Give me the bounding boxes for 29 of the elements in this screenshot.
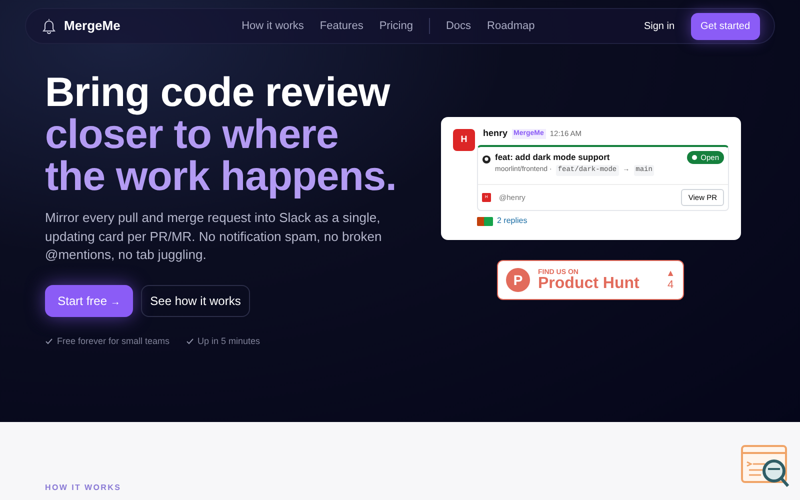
nav-link[interactable]: Docs xyxy=(446,18,472,34)
nav-link[interactable]: Roadmap xyxy=(487,18,535,34)
bell-icon xyxy=(42,18,56,34)
nav-link[interactable]: Pricing xyxy=(379,18,413,34)
user-name: henry xyxy=(483,127,508,140)
upvote-icon: ▲ xyxy=(666,269,675,279)
nav-link[interactable]: How it works xyxy=(242,18,304,34)
status-dot-icon xyxy=(692,154,697,160)
feature-note: Up in 5 minutes xyxy=(198,334,260,348)
pr-title: feat: add dark mode support xyxy=(495,150,611,164)
check-icon xyxy=(45,338,53,345)
get-started-button[interactable]: Get started xyxy=(690,12,760,40)
hero-description: Mirror every pull and merge request into Slack as a single, updating card per PR/MR. No notification spam, no broken @mentions, no tab juggling. xyxy=(45,209,383,264)
product-hunt-logo: P xyxy=(506,268,530,292)
replies-link[interactable]: 2 replies xyxy=(497,215,528,227)
reply-avatars-icon xyxy=(477,216,493,226)
badge-title: Product Hunt xyxy=(538,276,640,292)
brand-name[interactable]: MergeMe xyxy=(64,16,120,36)
section-eyebrow: HOW IT WORKS xyxy=(45,482,122,494)
see-how-it-works-button[interactable]: See how it works xyxy=(141,284,250,316)
check-icon xyxy=(186,338,194,345)
hero-heading: Bring code review closer to where the work happens. xyxy=(45,71,398,197)
code-search-icon xyxy=(741,445,791,489)
sign-in-link[interactable]: Sign in xyxy=(644,18,675,34)
feature-note: Free forever for small teams xyxy=(57,334,170,348)
start-free-button[interactable]: Start free → xyxy=(45,284,133,316)
nav-link[interactable]: Features xyxy=(320,18,364,34)
vote-count: 4 xyxy=(666,278,675,291)
user-avatar: H xyxy=(453,129,475,151)
